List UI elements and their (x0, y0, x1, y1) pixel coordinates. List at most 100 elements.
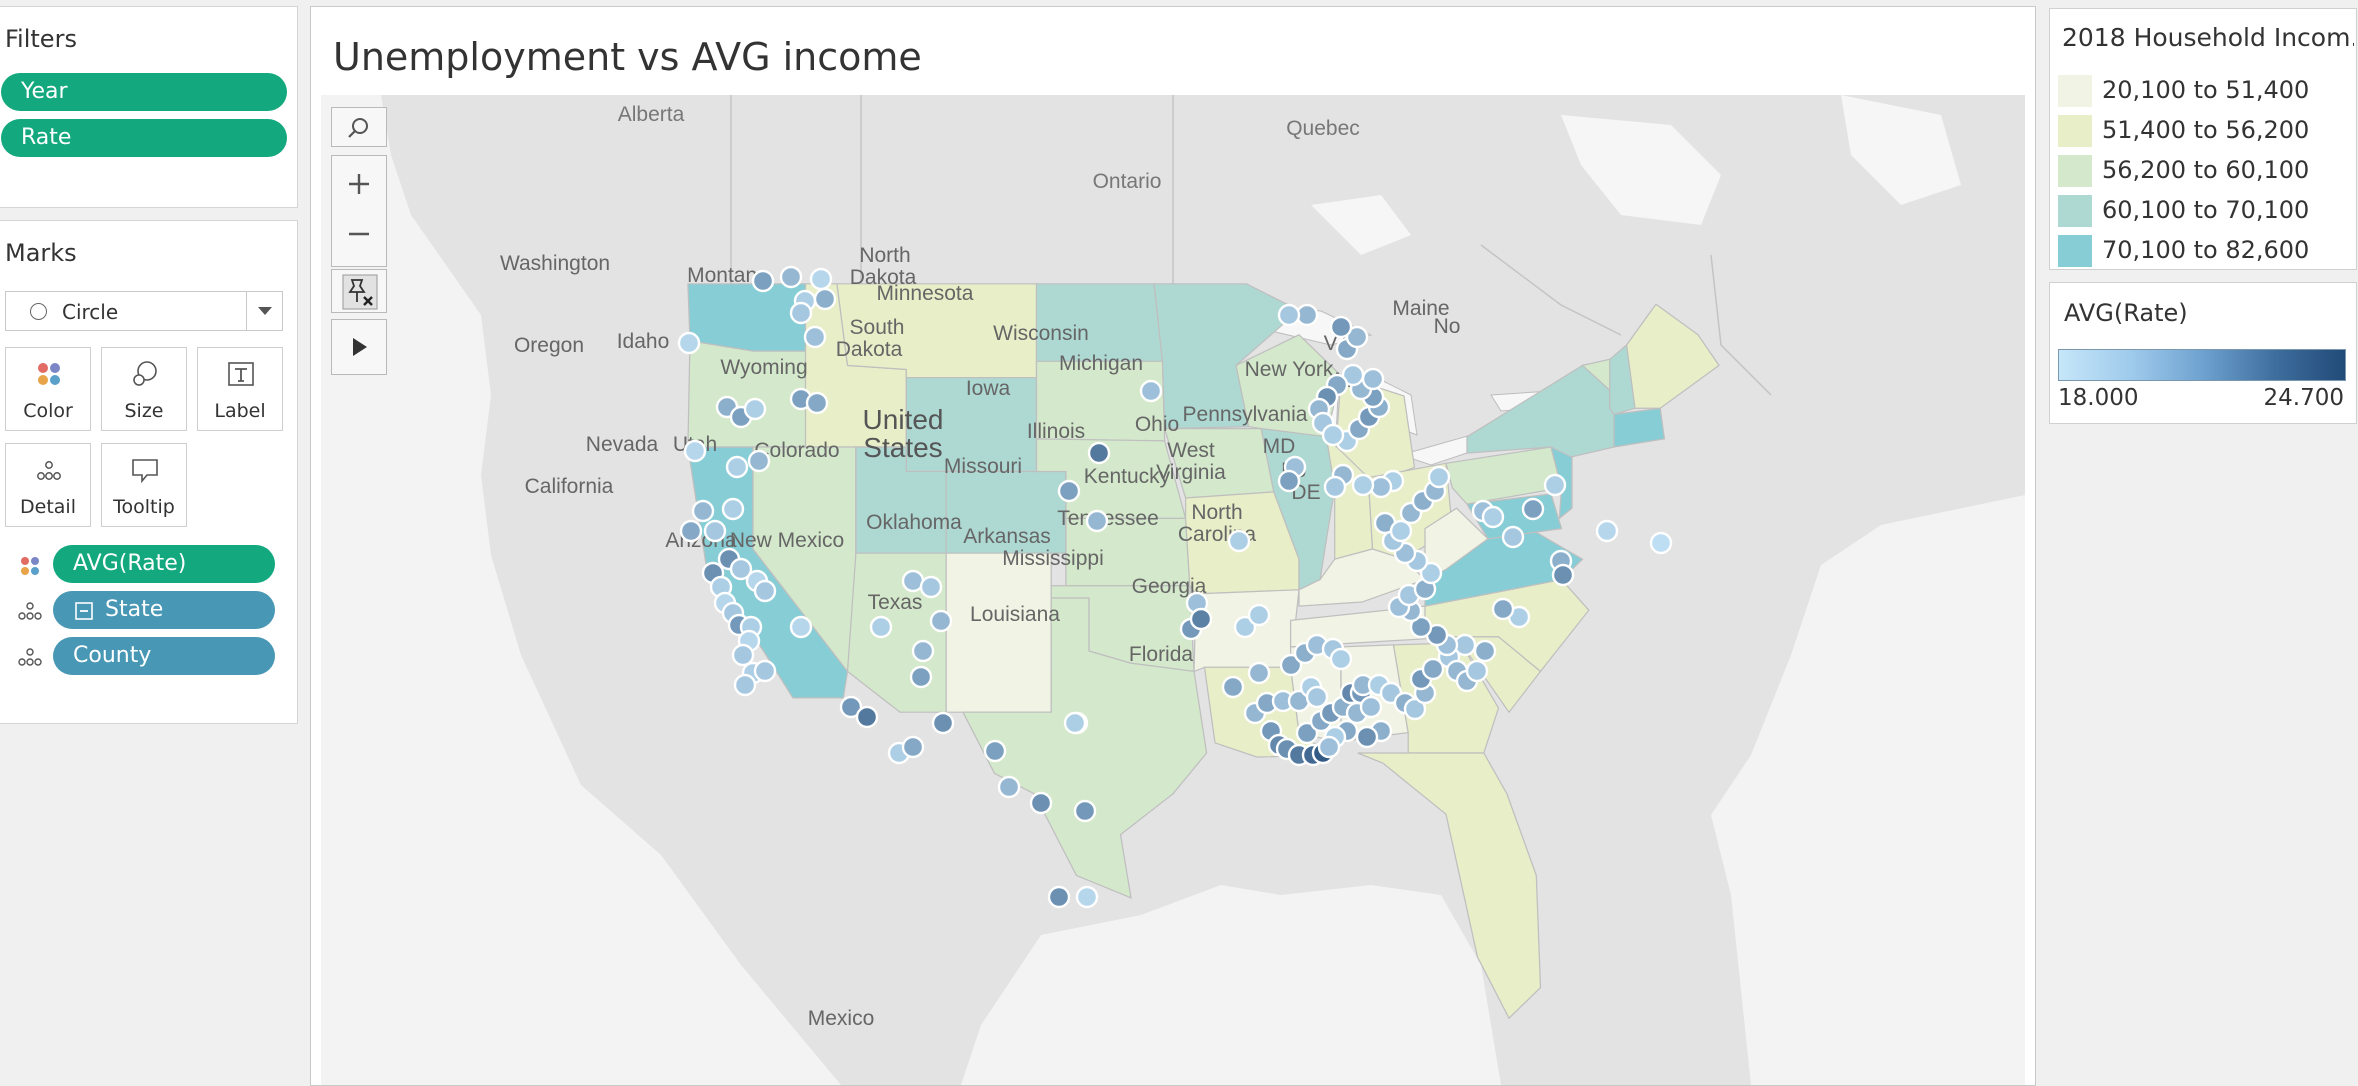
county-circle[interactable] (1305, 685, 1329, 709)
county-circle[interactable] (1073, 799, 1097, 823)
detail-button[interactable]: Detail (5, 443, 91, 527)
county-circle[interactable] (747, 449, 771, 473)
county-circle[interactable] (1047, 885, 1071, 909)
county-circle[interactable] (1247, 661, 1271, 685)
county-circle[interactable] (809, 267, 833, 291)
county-circle[interactable] (1317, 735, 1341, 759)
county-circle[interactable] (1465, 659, 1489, 683)
county-circle[interactable] (901, 735, 925, 759)
county-circle[interactable] (1359, 695, 1383, 719)
county-circle[interactable] (1355, 725, 1379, 749)
chevron-down-icon[interactable] (246, 292, 282, 330)
county-circle[interactable] (1277, 469, 1301, 493)
filter-pill-year[interactable]: Year (1, 73, 287, 111)
search-icon[interactable] (346, 116, 372, 140)
county-circle[interactable] (789, 301, 813, 325)
county-circle[interactable] (1501, 525, 1525, 549)
county-circle[interactable] (1649, 531, 1673, 555)
county-circle[interactable] (1227, 529, 1251, 553)
county-circle[interactable] (751, 269, 775, 293)
county-circle[interactable] (997, 775, 1021, 799)
county-circle[interactable] (1189, 607, 1213, 631)
map-pin-tool[interactable] (331, 269, 387, 313)
size-button[interactable]: Size (101, 347, 187, 431)
county-circle[interactable] (1087, 441, 1111, 465)
county-circle[interactable] (1329, 647, 1353, 671)
county-circle[interactable] (743, 397, 767, 421)
county-circle[interactable] (691, 499, 715, 523)
county-circle[interactable] (779, 265, 803, 289)
map-search-tool[interactable] (331, 107, 387, 147)
county-circle[interactable] (1057, 479, 1081, 503)
county-circle[interactable] (1595, 519, 1619, 543)
state-label: Illinois (1027, 420, 1085, 443)
county-circle[interactable] (731, 643, 755, 667)
county-circle[interactable] (1481, 505, 1505, 529)
county-circle[interactable] (803, 325, 827, 349)
county-circle[interactable] (753, 659, 777, 683)
county-circle[interactable] (1321, 423, 1345, 447)
county-circle[interactable] (1427, 465, 1451, 489)
county-circle[interactable] (805, 391, 829, 415)
income-legend-title: 2018 Household Incom... (2062, 23, 2354, 52)
county-circle[interactable] (909, 665, 933, 689)
county-circle[interactable] (721, 497, 745, 521)
mark-type-dropdown[interactable]: Circle (5, 291, 283, 331)
color-button-label: Color (23, 400, 73, 422)
county-circle[interactable] (1323, 475, 1347, 499)
state-label: Dakota (836, 338, 903, 361)
county-circle[interactable] (1551, 563, 1575, 587)
county-circle[interactable] (703, 519, 727, 543)
county-circle[interactable] (929, 609, 953, 633)
county-circle[interactable] (869, 615, 893, 639)
color-button[interactable]: Color (5, 347, 91, 431)
zoom-in-button[interactable] (332, 158, 386, 208)
county-circle[interactable] (1361, 367, 1385, 391)
county-circle[interactable] (679, 519, 703, 543)
county-circle[interactable] (1221, 675, 1245, 699)
tooltip-button[interactable]: Tooltip (101, 443, 187, 527)
county-circle[interactable] (911, 639, 935, 663)
county-circle[interactable] (1521, 497, 1545, 521)
country-label-us-line1: United (863, 404, 944, 435)
county-circle[interactable] (725, 455, 749, 479)
county-circle[interactable] (733, 673, 757, 697)
county-circle[interactable] (1491, 597, 1515, 621)
county-circle[interactable] (1329, 315, 1353, 339)
pin-clear-icon[interactable] (342, 274, 378, 310)
filters-shelf: Filters Year Rate (0, 6, 298, 208)
county-circle[interactable] (789, 615, 813, 639)
encoding-pill-avg-rate[interactable]: AVG(Rate) (53, 545, 275, 583)
county-circle[interactable] (683, 439, 707, 463)
state-new-mexico[interactable] (945, 552, 1052, 713)
map-play-tool[interactable] (331, 319, 387, 375)
county-circle[interactable] (855, 705, 879, 729)
county-circle[interactable] (1389, 519, 1413, 543)
country-label-us-line2: States (863, 432, 942, 463)
map-view[interactable]: Alberta Ontario Quebec Washington Montana Nor… (321, 95, 2025, 1085)
label-button[interactable]: Label (197, 347, 283, 431)
county-circle[interactable] (1351, 473, 1375, 497)
marks-card: Marks Circle Color Size Label Detail Too… (0, 220, 298, 724)
county-circle[interactable] (1247, 603, 1271, 627)
county-circle[interactable] (813, 287, 837, 311)
filter-pill-rate[interactable]: Rate (1, 119, 287, 157)
county-circle[interactable] (1085, 509, 1109, 533)
map-canvas[interactable]: AlbertaOntarioQuebecWashingtonMontanaNor… (321, 95, 2025, 1085)
county-circle[interactable] (677, 331, 701, 355)
county-circle[interactable] (919, 575, 943, 599)
county-circle[interactable] (1075, 885, 1099, 909)
county-circle[interactable] (1063, 711, 1087, 735)
county-circle[interactable] (1029, 791, 1053, 815)
county-circle[interactable] (1473, 639, 1497, 663)
encoding-pill-state[interactable]: State (53, 591, 275, 629)
county-circle[interactable] (753, 579, 777, 603)
county-circle[interactable] (983, 739, 1007, 763)
county-circle[interactable] (1277, 303, 1301, 327)
county-circle[interactable] (931, 711, 955, 735)
county-circle[interactable] (1139, 379, 1163, 403)
collapse-box-icon[interactable] (75, 602, 93, 620)
county-circle[interactable] (1543, 473, 1567, 497)
encoding-pill-county[interactable]: County (53, 637, 275, 675)
zoom-out-button[interactable] (332, 210, 386, 260)
